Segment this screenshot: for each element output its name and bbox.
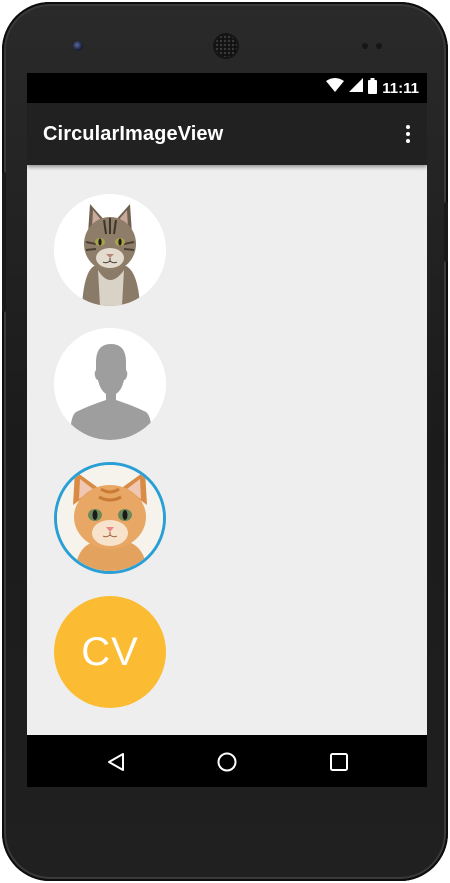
battery-icon	[368, 77, 378, 99]
app-title: CircularImageView	[43, 122, 224, 145]
proximity-sensor	[362, 43, 368, 49]
navigation-bar	[27, 735, 427, 787]
status-bar: 11:11	[27, 73, 427, 103]
circular-image-cat	[54, 194, 166, 306]
back-icon[interactable]	[105, 751, 127, 773]
circular-initials-avatar: CV	[54, 596, 166, 708]
power-button	[2, 172, 6, 312]
light-sensor	[376, 43, 382, 49]
recents-icon[interactable]	[328, 751, 350, 773]
content-area: CV	[27, 165, 427, 735]
phone-frame: 11:11 CircularImageView CV	[2, 2, 448, 881]
more-vert-icon[interactable]	[403, 123, 413, 145]
screen: 11:11 CircularImageView CV	[27, 73, 427, 787]
tabby-cat-icon	[54, 194, 166, 306]
volume-button	[444, 202, 448, 262]
avatar-initials: CV	[81, 629, 139, 674]
circular-image-default-person	[54, 328, 166, 440]
status-time: 11:11	[382, 79, 419, 97]
circular-image-kitten-bordered	[54, 462, 166, 574]
person-icon	[54, 328, 166, 440]
app-bar: CircularImageView	[27, 103, 427, 165]
front-camera	[73, 41, 83, 51]
cell-signal-icon	[349, 78, 364, 98]
earpiece-speaker	[215, 35, 237, 57]
orange-kitten-icon	[57, 465, 163, 571]
wifi-icon	[326, 78, 345, 98]
home-icon[interactable]	[216, 751, 238, 773]
